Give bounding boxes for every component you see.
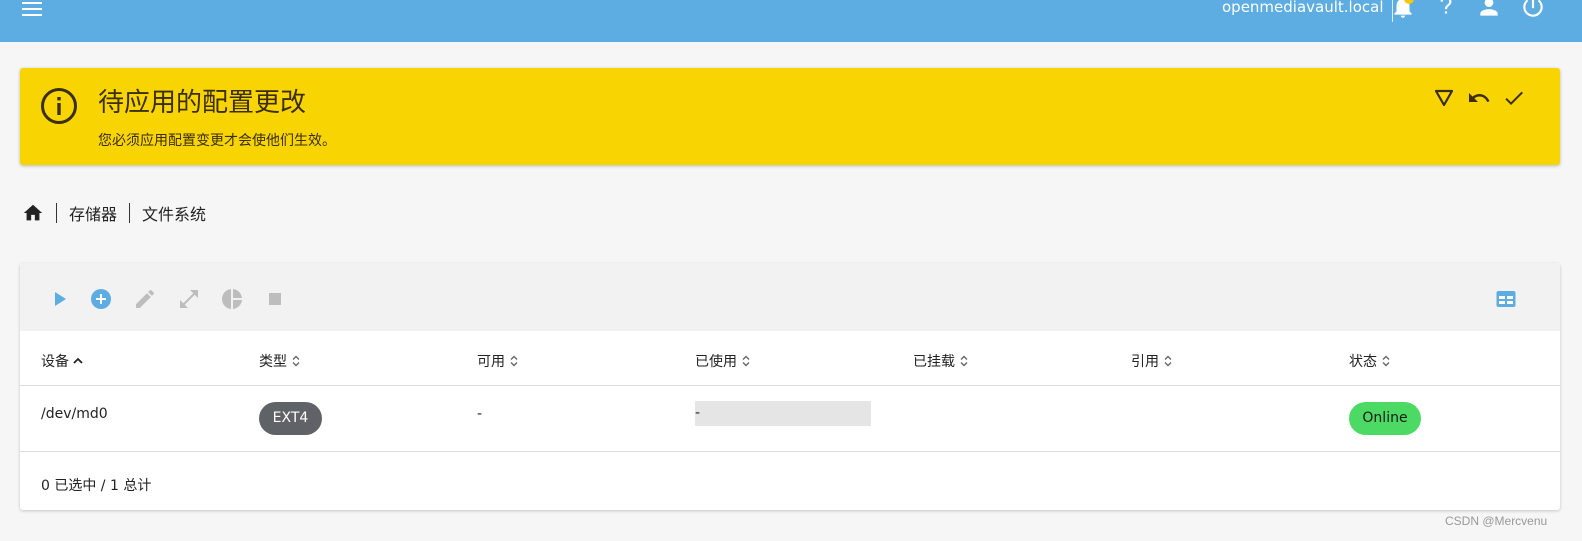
breadcrumb-divider bbox=[56, 203, 57, 223]
sort-icon bbox=[1380, 354, 1392, 368]
cell-device: /dev/md0 bbox=[41, 406, 108, 422]
cell-available: - bbox=[477, 406, 483, 422]
table-view-icon[interactable] bbox=[1494, 287, 1518, 311]
info-icon bbox=[40, 87, 78, 125]
breadcrumb-storage[interactable]: 存储器 bbox=[69, 201, 117, 225]
undo-icon[interactable] bbox=[1467, 86, 1491, 110]
status-badge: Online bbox=[1349, 402, 1421, 435]
pie-chart-icon[interactable] bbox=[220, 287, 244, 311]
column-header-mounted[interactable]: 已挂载 bbox=[913, 351, 970, 371]
sort-icon bbox=[740, 354, 752, 368]
breadcrumb-divider bbox=[129, 203, 131, 223]
home-icon[interactable] bbox=[22, 202, 44, 224]
sort-icon bbox=[290, 354, 302, 368]
banner-title: 待应用的配置更改 bbox=[98, 88, 307, 118]
power-icon[interactable] bbox=[1520, 0, 1546, 20]
filter-icon[interactable] bbox=[1432, 86, 1456, 110]
add-circle-icon[interactable] bbox=[89, 287, 113, 311]
play-icon[interactable] bbox=[47, 287, 71, 311]
bell-icon[interactable] bbox=[1390, 0, 1416, 20]
column-header-status[interactable]: 状态 bbox=[1349, 351, 1392, 371]
table-toolbar bbox=[20, 263, 1560, 331]
pending-changes-banner: 待应用的配置更改 您必须应用配置变更才会使他们生效。 bbox=[20, 68, 1560, 165]
top-bar: openmediavault.local bbox=[0, 0, 1582, 42]
watermark: CSDN @Mercvenu bbox=[1445, 514, 1548, 528]
stop-icon[interactable] bbox=[263, 287, 287, 311]
breadcrumb-filesystems[interactable]: 文件系统 bbox=[142, 201, 206, 225]
column-header-device[interactable]: 设备 bbox=[41, 351, 84, 371]
column-header-type[interactable]: 类型 bbox=[259, 351, 302, 371]
breadcrumb: 存储器 文件系统 bbox=[22, 200, 206, 226]
help-icon[interactable] bbox=[1433, 0, 1459, 20]
sort-icon bbox=[508, 354, 520, 368]
column-header-used[interactable]: 已使用 bbox=[695, 351, 752, 371]
column-header-referenced[interactable]: 引用 bbox=[1131, 351, 1174, 371]
cell-used: - bbox=[695, 405, 701, 421]
selection-count: 0 已选中 / 1 总计 bbox=[41, 478, 152, 494]
user-icon[interactable] bbox=[1476, 0, 1502, 20]
type-chip: EXT4 bbox=[259, 402, 322, 435]
edit-icon[interactable] bbox=[133, 287, 157, 311]
check-icon[interactable] bbox=[1502, 86, 1526, 110]
menu-icon[interactable] bbox=[22, 0, 44, 18]
sort-ascending-icon bbox=[72, 354, 84, 368]
sort-icon bbox=[1162, 354, 1174, 368]
column-header-available[interactable]: 可用 bbox=[477, 351, 520, 371]
hostname: openmediavault.local bbox=[1222, 0, 1384, 16]
used-progress-bar: - bbox=[695, 401, 871, 426]
expand-icon[interactable] bbox=[177, 287, 201, 311]
banner-subtitle: 您必须应用配置变更才会使他们生效。 bbox=[98, 133, 336, 149]
filesystem-table-card: 设备 类型 可用 已使用 已挂载 引用 状态 /dev/md0 EXT4 - -… bbox=[20, 263, 1560, 510]
sort-icon bbox=[958, 354, 970, 368]
table-header: 设备 类型 可用 已使用 已挂载 引用 状态 bbox=[20, 331, 1560, 386]
